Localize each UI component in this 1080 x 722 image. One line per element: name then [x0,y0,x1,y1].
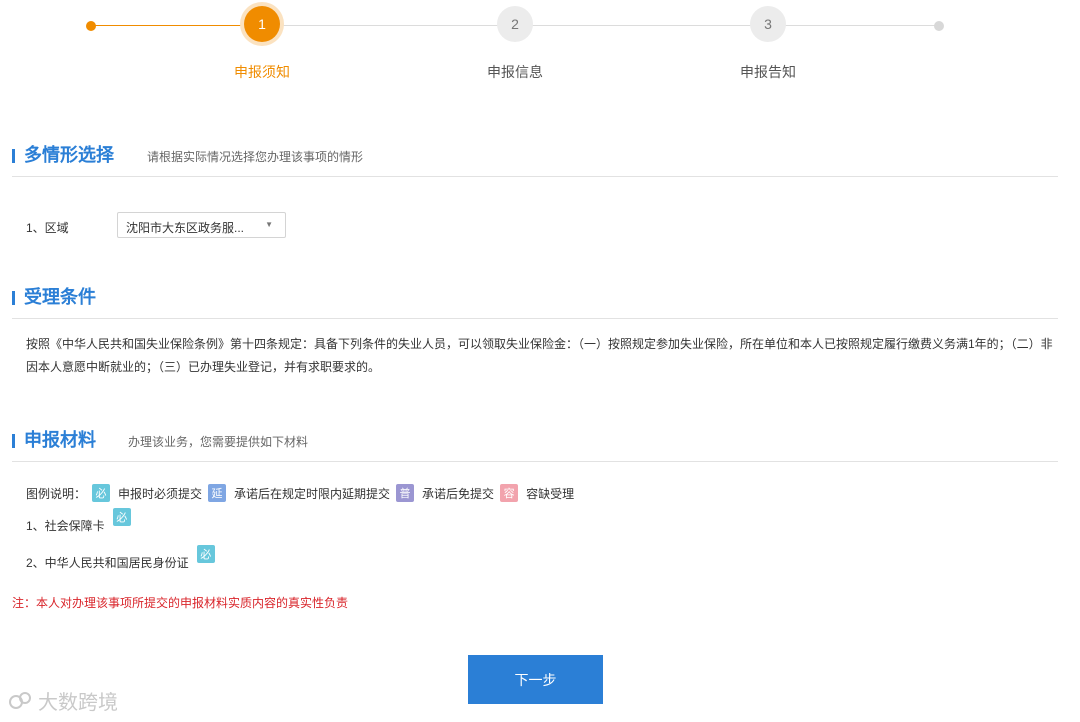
stepper-start-dot [86,21,96,31]
watermark-logo-icon [9,691,31,709]
region-select[interactable]: 沈阳市大东区政务服... ▼ [117,212,286,238]
tolerance-tag: 容 [500,484,519,502]
step-3-label: 申报告知 [740,64,796,80]
conditions-header: 受理条件 [12,284,1058,319]
required-tag: 必 [92,484,111,502]
step-2-circle: 2 [497,6,533,42]
legend-text-deferred: 承诺后在规定时限内延期提交 [234,486,391,501]
step-2-label: 申报信息 [487,64,543,80]
legend-text-required: 申报时必须提交 [118,486,203,501]
progress-stepper: 1 2 3 申报须知 申报信息 申报告知 [0,0,1080,90]
region-select-value: 沈阳市大东区政务服... [126,221,245,235]
section-title: 受理条件 [24,287,96,307]
stepper-line-pending [262,25,939,26]
exempt-tag: 普 [396,484,415,502]
step-1-circle: 1 [244,6,280,42]
section-subtitle: 办理该业务，您需要提供如下材料 [128,435,309,449]
watermark-text: 大数跨境 [38,692,118,714]
multi-scenario-header: 多情形选择 请根据实际情况选择您办理该事项的情形 [12,142,1058,177]
section-bar [12,291,15,305]
section-bar [12,434,15,448]
material-item-label: 2、中华人民共和国居民身份证 [26,555,189,570]
section-title: 多情形选择 [24,145,114,165]
legend-row: 图例说明： 必 申报时必须提交 延 承诺后在规定时限内延期提交 普 承诺后免提交… [26,482,580,504]
disclaimer-note: 注：本人对办理该事项所提交的申报材料实质内容的真实性负责 [12,596,349,610]
stepper-end-dot [934,21,944,31]
step-3-circle: 3 [750,6,786,42]
required-tag: 必 [196,545,215,563]
section-bar [12,149,15,163]
section-title: 申报材料 [24,430,96,450]
materials-header: 申报材料 办理该业务，您需要提供如下材料 [12,427,1058,462]
next-step-button[interactable]: 下一步 [468,655,603,704]
legend-text-exempt: 承诺后免提交 [422,486,495,501]
material-item-label: 1、社会保障卡 [26,518,105,533]
required-tag: 必 [112,508,131,526]
legend-label: 图例说明： [26,486,87,501]
conditions-text: 按照《中华人民共和国失业保险条例》第十四条规定：具备下列条件的失业人员，可以领取… [26,337,1053,374]
deferred-tag: 延 [208,484,227,502]
caret-down-icon: ▼ [265,220,273,229]
watermark: 大数跨境 [8,686,118,715]
section-subtitle: 请根据实际情况选择您办理该事项的情形 [147,150,364,164]
legend-text-tolerance: 容缺受理 [526,486,575,501]
material-item: 1、社会保障卡 必 [26,508,131,534]
stepper-line-done [91,25,262,26]
region-label: 1、区域 [26,221,69,235]
material-item: 2、中华人民共和国居民身份证 必 [26,545,215,571]
step-1-label: 申报须知 [234,64,290,80]
